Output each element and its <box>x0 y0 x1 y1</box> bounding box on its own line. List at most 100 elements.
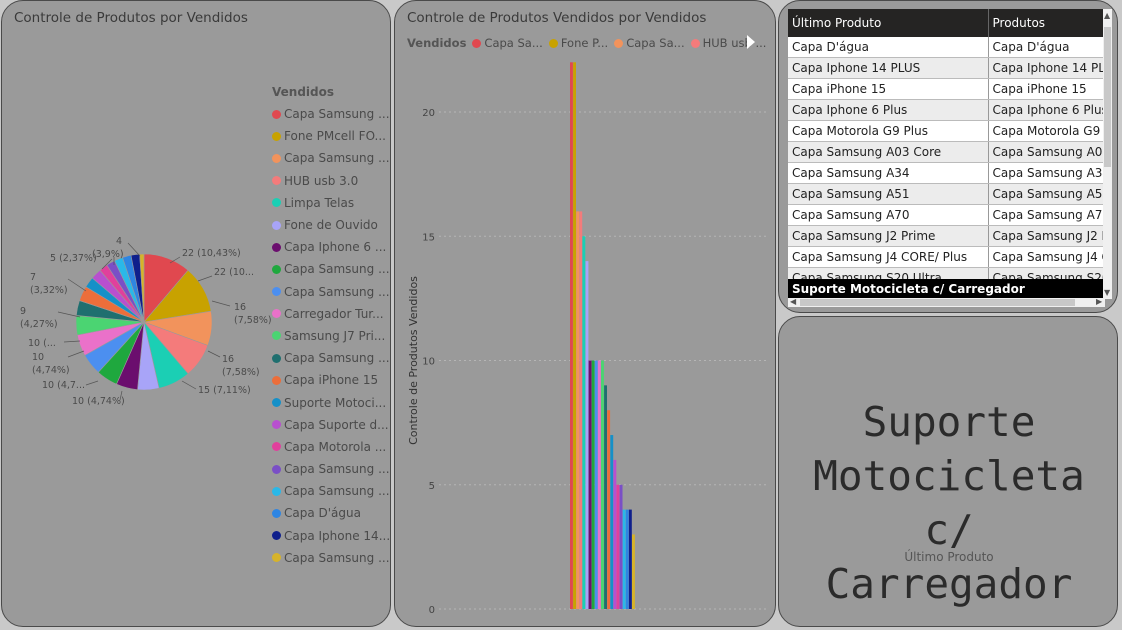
vertical-scroll-thumb[interactable] <box>1104 27 1111 167</box>
bar[interactable] <box>601 360 604 610</box>
pie-label-leader <box>85 380 99 386</box>
pie-legend-item[interactable]: Fone de Ouvido <box>272 214 390 236</box>
bar[interactable] <box>579 211 583 609</box>
bar[interactable] <box>570 62 573 610</box>
card-value: Suporte Motocicleta c/ Carregador <box>779 395 1117 611</box>
y-tick-label: 20 <box>422 108 435 119</box>
bar[interactable] <box>573 62 576 610</box>
bar[interactable] <box>588 360 592 610</box>
scroll-left-icon[interactable]: ◀ <box>790 297 796 306</box>
pie-legend-item[interactable]: Limpa Telas <box>272 192 390 214</box>
pie-legend-item[interactable]: Capa Iphone 14... <box>272 525 390 547</box>
table-horizontal-scrollbar[interactable]: ◀ ▶ <box>788 297 1105 307</box>
scroll-down-icon[interactable]: ▼ <box>1104 288 1110 297</box>
legend-marker <box>272 420 281 430</box>
bar[interactable] <box>607 410 611 609</box>
pie-legend-item[interactable]: Capa Samsung ... <box>272 258 390 280</box>
horizontal-scroll-thumb[interactable] <box>800 299 1075 306</box>
table-row[interactable]: Capa Motorola G9 PlusCapa Motorola G9 Pl… <box>788 120 1105 142</box>
pie-legend-label: Capa Samsung ... <box>284 462 390 477</box>
pie-legend-item[interactable]: Capa iPhone 15 <box>272 369 390 391</box>
pie-data-label-line: (4,74%) <box>32 365 70 376</box>
bar[interactable] <box>610 435 614 609</box>
pie-chart-panel: Controle de Produtos por Vendidos 22 (10… <box>1 0 391 627</box>
scroll-up-icon[interactable]: ▲ <box>1104 11 1110 20</box>
bar[interactable] <box>628 509 632 609</box>
table-row[interactable]: Capa iPhone 15 Capa iPhone 15 <box>788 78 1105 100</box>
pie-legend-item[interactable]: Capa Iphone 6 ... <box>272 236 390 258</box>
pie-legend-item[interactable]: Carregador Tur... <box>272 303 390 325</box>
pie-legend-item[interactable]: Capa Samsung ... <box>272 103 390 125</box>
legend-marker <box>272 442 281 452</box>
bar[interactable] <box>597 360 601 610</box>
bar[interactable] <box>619 484 623 609</box>
pie-label-leader <box>181 380 197 390</box>
y-tick-label: 0 <box>429 605 435 616</box>
pie-data-label-line: (4,27%) <box>20 319 58 330</box>
bar[interactable] <box>616 484 620 609</box>
scroll-right-icon[interactable]: ▶ <box>1096 297 1102 306</box>
pie-legend-label: Capa Samsung ... <box>284 484 390 499</box>
bar[interactable] <box>576 211 580 609</box>
legend-marker <box>272 131 281 141</box>
pie-data-label-line: 10 (... <box>28 338 56 349</box>
table-row[interactable]: Capa Samsung A51 Capa Samsung A51 <box>788 183 1105 205</box>
table-row[interactable]: Capa D'água Capa D'água <box>788 37 1105 58</box>
pie-legend-item[interactable]: Fone PMcell FO... <box>272 125 390 147</box>
cell-produtos: Capa Samsung A51 <box>988 183 1105 205</box>
pie-legend-item[interactable]: Capa Samsung ... <box>272 458 390 480</box>
cell-ultimo-produto: Capa Samsung A03 Core <box>788 141 989 163</box>
pie-label-leader <box>211 300 231 307</box>
pie-chart[interactable]: 22 (10,43%) 22 (10... 16 (7,58%) 16 (7,58%) 15… <box>2 1 272 627</box>
table-vertical-scrollbar[interactable]: ▲ ▼ <box>1103 9 1112 299</box>
bar-chart[interactable]: 0 5 10 15 20 Controle de Produtos Vendidos <box>395 1 776 627</box>
pie-legend-item[interactable]: Capa Suporte d... <box>272 414 390 436</box>
card-panel: Suporte Motocicleta c/ Carregador Último… <box>778 316 1118 627</box>
cell-produtos: Capa Motorola G9 Plus <box>988 120 1105 142</box>
pie-legend-item[interactable]: Capa Motorola ... <box>272 436 390 458</box>
bar[interactable] <box>622 509 626 609</box>
bar[interactable] <box>594 360 598 610</box>
pie-legend-item[interactable]: Capa Samsung ... <box>272 281 390 303</box>
pie-data-label: 7 (3,32%) <box>30 272 68 296</box>
table-row[interactable]: Capa Iphone 6 Plus Capa Iphone 6 Plus <box>788 99 1105 121</box>
table-row[interactable]: Capa Samsung A34 Capa Samsung A34 <box>788 162 1105 184</box>
table-row[interactable]: Capa Samsung A70 Capa Samsung A70 <box>788 204 1105 226</box>
cell-produtos: Capa Samsung A70 <box>988 204 1105 226</box>
column-header-ultimo-produto[interactable]: Último Produto <box>788 9 989 37</box>
card-value-line: Suporte <box>862 398 1036 446</box>
pie-data-label: (3,9%) <box>92 249 124 260</box>
bar[interactable] <box>625 509 629 609</box>
pie-data-label: 10 (4,7... <box>42 380 85 391</box>
bar[interactable] <box>591 360 595 610</box>
column-header-produtos[interactable]: Produtos <box>988 9 1105 37</box>
pie-legend-label: Capa Iphone 14... <box>284 528 391 543</box>
table-row[interactable]: Capa Iphone 14 PLUSCapa Iphone 14 PLUS <box>788 57 1105 79</box>
pie-label-leader <box>63 340 81 343</box>
pie-legend-item[interactable]: Capa Samsung ... <box>272 547 390 569</box>
bar[interactable] <box>604 385 607 609</box>
table-row[interactable]: Capa Samsung A03 CoreCapa Samsung A03 Co… <box>788 141 1105 163</box>
legend-marker <box>272 464 281 474</box>
bar[interactable] <box>582 236 586 609</box>
pie-data-label-line: 16 <box>234 302 246 313</box>
cell-ultimo-produto: Capa Samsung A34 <box>788 162 989 184</box>
pie-data-label-line: (3,9%) <box>92 249 124 260</box>
pie-legend-label: Capa Iphone 6 ... <box>284 240 387 255</box>
pie-legend-item[interactable]: Capa Samsung ... <box>272 147 390 169</box>
table-row[interactable]: Capa Samsung J4 CORE/ Plus Capa Samsung J… <box>788 246 1105 268</box>
pie-legend-item[interactable]: Samsung J7 Pri... <box>272 325 390 347</box>
pie-legend-item[interactable]: Suporte Motoci... <box>272 391 390 413</box>
bar[interactable] <box>613 459 617 609</box>
bar[interactable] <box>632 534 635 609</box>
pie-legend-item[interactable]: Capa Samsung ... <box>272 347 390 369</box>
pie-data-label: 22 (10,43%) <box>182 248 241 259</box>
pie-data-label: 5 (2,37%) <box>50 253 97 264</box>
pie-legend-item[interactable]: Capa Samsung ... <box>272 480 390 502</box>
cell-ultimo-produto: Capa Motorola G9 Plus <box>788 120 989 142</box>
pie-legend-item[interactable]: HUB usb 3.0 <box>272 170 390 192</box>
table-header-row: Último Produto Produtos <box>788 9 1105 37</box>
pie-legend-item[interactable]: Capa D'água <box>272 502 390 524</box>
bar[interactable] <box>585 261 589 609</box>
table-row[interactable]: Capa Samsung J2 PrimeCapa Samsung J2 Pri… <box>788 225 1105 247</box>
